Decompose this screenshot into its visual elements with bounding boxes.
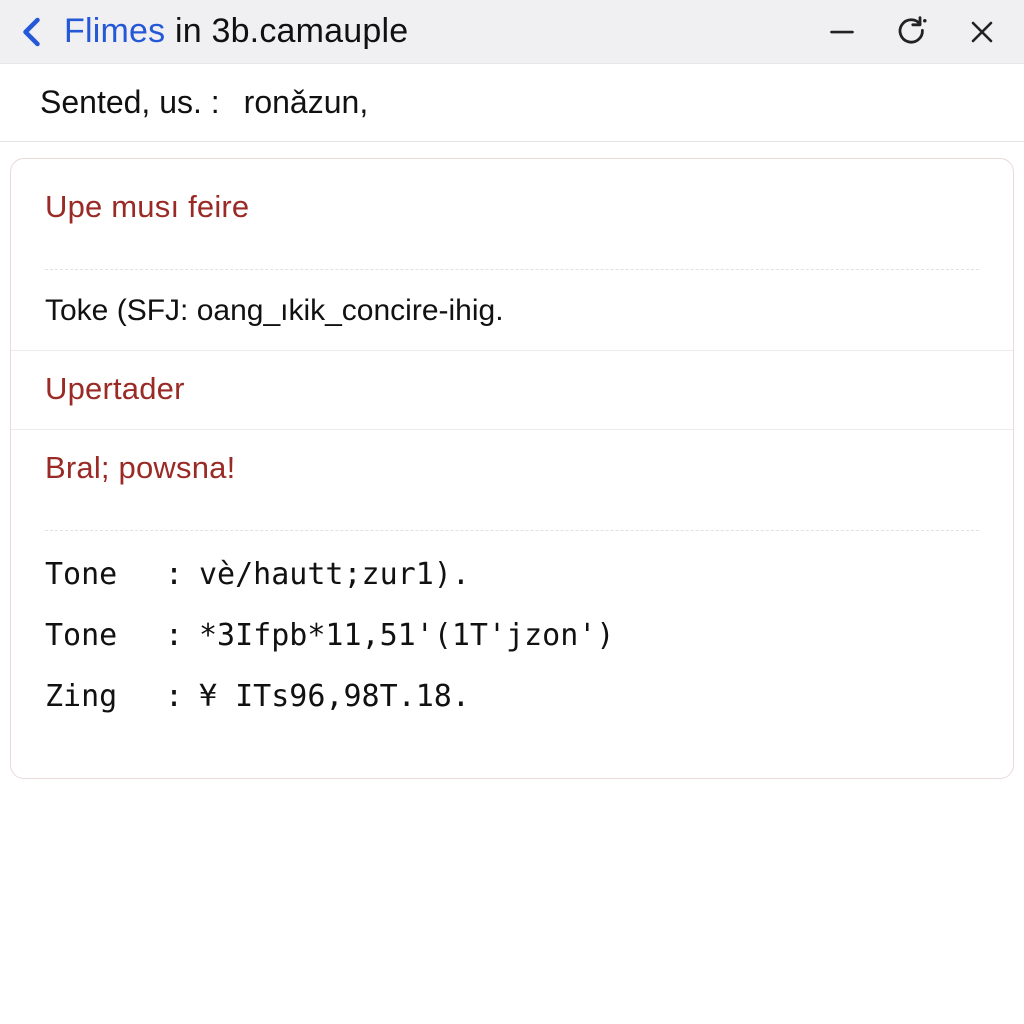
kv-row: Zing : ¥ ITs96,98T.18. [45, 679, 979, 714]
section-upe-musi-feire: Upe musı feire [11, 169, 1013, 247]
kv-colon: : [165, 557, 199, 592]
kv-value: ¥ ITs96,98T.18. [199, 679, 979, 714]
section-bral-powsna: Bral; powsna! [11, 430, 1013, 508]
back-icon[interactable] [12, 11, 54, 53]
kv-block: Tone : vè/hautt;zur1). Tone : *3Ifpb*11,… [11, 531, 1013, 714]
subheader: Sented, us. : ronǎzun, [0, 64, 1024, 142]
main-card: Upe musı feire Toke (SFJ: oang_ıkik_conc… [10, 158, 1014, 779]
section-title: Bral; powsna! [45, 450, 979, 486]
title-prefix: Flimes [64, 12, 165, 50]
section-upertader: Upertader [11, 351, 1013, 430]
minimize-button[interactable] [818, 8, 866, 56]
kv-row: Tone : *3Ifpb*11,51'(1T'jzon') [45, 618, 979, 653]
kv-key: Zing [45, 679, 165, 714]
title-suffix: in 3b.camauple [165, 12, 408, 50]
section-title: Upe musı feire [45, 189, 979, 225]
section-title: Upertader [45, 371, 979, 407]
kv-key: Tone [45, 557, 165, 592]
section1-body: Toke (SFJ: oang_ıkik_concire-ihig. [11, 270, 1013, 351]
kv-colon: : [165, 679, 199, 714]
subheader-value: ronǎzun, [244, 84, 369, 121]
close-button[interactable] [958, 8, 1006, 56]
titlebar: Flimes in 3b.camauple [0, 0, 1024, 64]
refresh-button[interactable] [888, 8, 936, 56]
subheader-label: Sented, us. : [40, 84, 220, 121]
window-title: Flimes in 3b.camauple [64, 12, 408, 51]
kv-row: Tone : vè/hautt;zur1). [45, 557, 979, 592]
kv-value: vè/hautt;zur1). [199, 557, 979, 592]
kv-colon: : [165, 618, 199, 653]
kv-value: *3Ifpb*11,51'(1T'jzon') [199, 618, 979, 653]
kv-key: Tone [45, 618, 165, 653]
